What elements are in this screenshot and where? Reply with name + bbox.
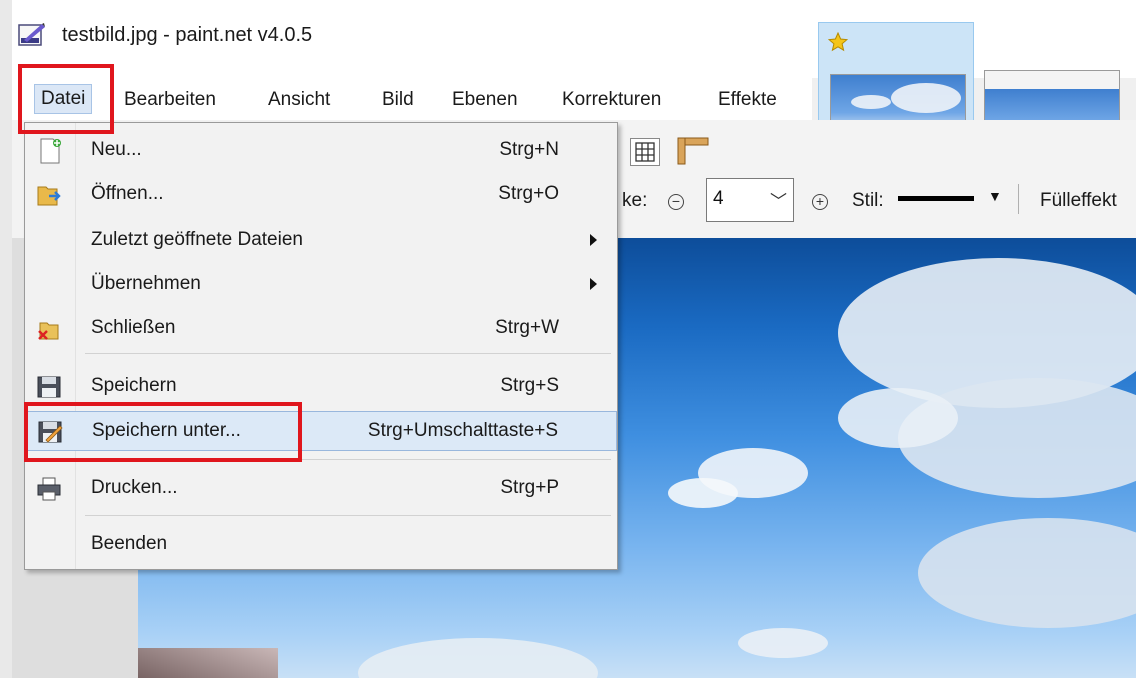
menu-korrekturen[interactable]: Korrekturen	[562, 86, 661, 114]
open-folder-icon	[37, 186, 61, 206]
increase-width-icon[interactable]: +	[812, 194, 828, 210]
menu-item-label: Zuletzt geöffnete Dateien	[91, 229, 303, 250]
menu-item-label: Öffnen...	[91, 183, 164, 204]
menu-separator	[85, 353, 611, 354]
menu-bild[interactable]: Bild	[382, 86, 414, 114]
menu-item-shortcut: Strg+W	[495, 317, 559, 338]
submenu-arrow-icon	[590, 278, 597, 290]
save-disk-icon	[37, 376, 61, 398]
toolbar-separator	[1018, 184, 1019, 214]
menu-item-beenden[interactable]: Beenden	[25, 525, 617, 565]
menu-item-label: Drucken...	[91, 477, 178, 498]
menu-separator	[85, 515, 611, 516]
line-style-preview[interactable]	[898, 196, 974, 201]
menu-item-label: Beenden	[91, 533, 168, 554]
menu-item-schliessen[interactable]: Schließen Strg+W	[25, 309, 617, 349]
menu-ebenen[interactable]: Ebenen	[452, 86, 518, 114]
annotation-box-datei	[18, 64, 114, 134]
menu-item-neu[interactable]: Neu... Strg+N	[25, 131, 617, 171]
menu-item-drucken[interactable]: Drucken... Strg+P	[25, 469, 617, 509]
menu-item-shortcut: Strg+S	[500, 375, 559, 396]
menu-bar: Datei Bearbeiten Ansicht Bild Ebenen Kor…	[12, 78, 812, 120]
caret-down-icon[interactable]: ▼	[988, 188, 1002, 204]
menu-item-label: Übernehmen	[91, 273, 201, 294]
menu-item-zuletzt-geoeffnet[interactable]: Zuletzt geöffnete Dateien	[25, 221, 617, 261]
menu-item-uebernehmen[interactable]: Übernehmen	[25, 265, 617, 305]
ruler-icon[interactable]	[676, 136, 710, 166]
brush-width-value: 4	[713, 188, 724, 209]
star-icon	[828, 32, 848, 52]
style-label: Stil:	[852, 190, 884, 211]
menu-item-shortcut: Strg+Umschalttaste+S	[367, 420, 558, 441]
menu-item-shortcut: Strg+P	[500, 477, 559, 498]
window-title: testbild.jpg - paint.net v4.0.5	[62, 24, 313, 46]
file-menu-dropdown: Neu... Strg+N Öffnen... Strg+O Zuletzt g…	[24, 122, 618, 570]
menu-item-shortcut: Strg+N	[499, 139, 559, 160]
fill-label: Fülleffekt	[1040, 190, 1117, 211]
brush-width-combo[interactable]: 4 ﹀	[706, 178, 794, 222]
chevron-down-icon: ﹀	[770, 192, 787, 211]
printer-icon	[37, 477, 61, 501]
menu-item-label: Neu...	[91, 139, 142, 160]
menu-effekte[interactable]: Effekte	[718, 86, 777, 114]
menu-item-label: Speichern	[91, 375, 177, 396]
menu-item-shortcut: Strg+O	[498, 183, 559, 204]
menu-ansicht[interactable]: Ansicht	[268, 86, 330, 114]
menu-bearbeiten[interactable]: Bearbeiten	[124, 86, 216, 114]
annotation-box-speichern-unter	[24, 402, 302, 462]
new-file-icon	[40, 138, 61, 164]
paintnet-app-icon	[18, 23, 45, 46]
decrease-width-icon[interactable]: −	[668, 194, 684, 210]
submenu-arrow-icon	[590, 234, 597, 246]
menu-item-label: Schließen	[91, 317, 176, 338]
brush-width-label: ke:	[622, 190, 648, 211]
grid-icon[interactable]	[630, 138, 660, 166]
close-file-icon	[38, 322, 59, 340]
menu-item-speichern[interactable]: Speichern Strg+S	[25, 367, 617, 407]
menu-item-oeffnen[interactable]: Öffnen... Strg+O	[25, 175, 617, 215]
